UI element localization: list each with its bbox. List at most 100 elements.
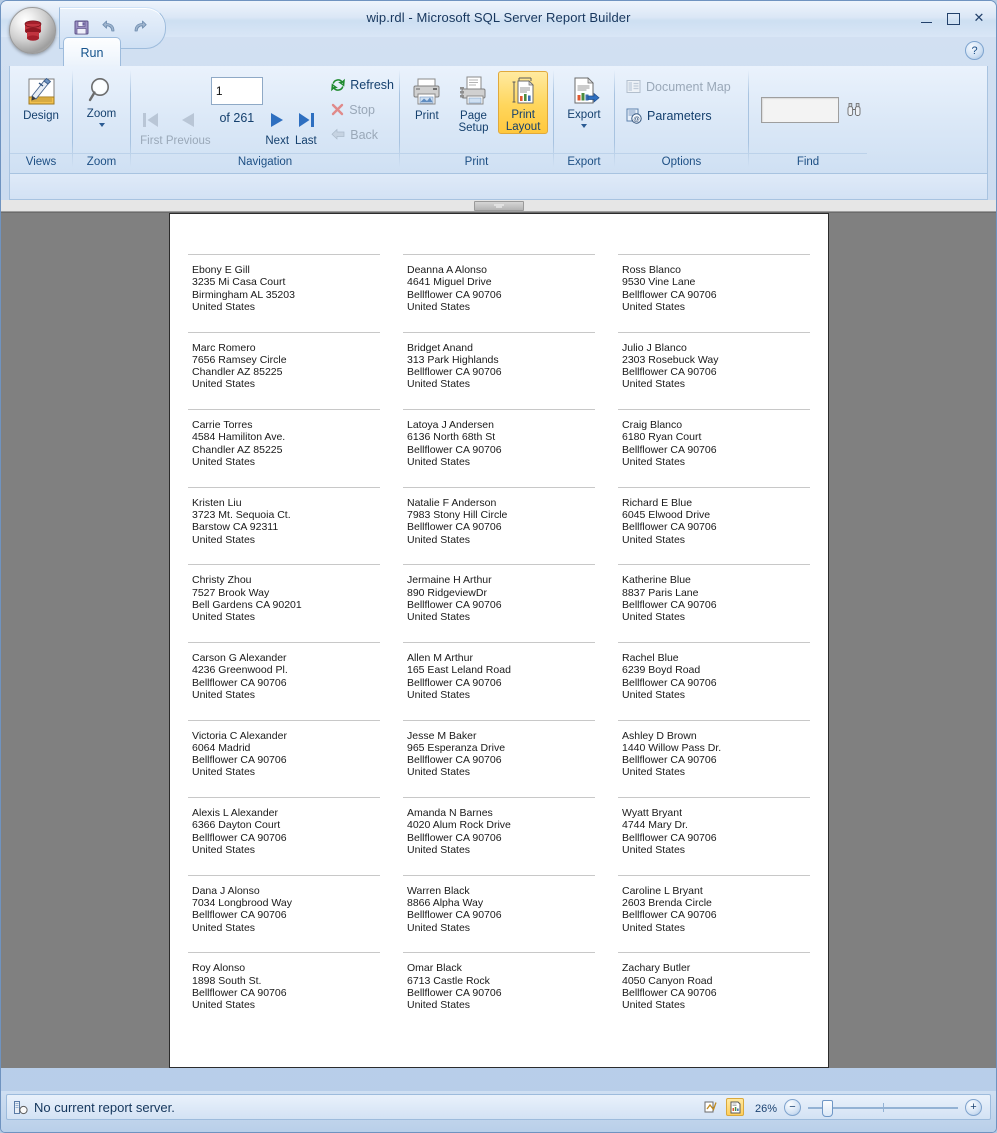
- magnifier-icon: [86, 75, 117, 106]
- status-bar: No current report server.: [6, 1094, 991, 1120]
- label-name: Omar Black: [407, 962, 595, 974]
- page-setup-button[interactable]: Page Setup: [450, 71, 496, 134]
- mailing-label: Carson G Alexander4236 Greenwood Pl.Bell…: [188, 642, 380, 720]
- page-number-input[interactable]: [211, 77, 263, 105]
- label-country: United States: [622, 922, 810, 934]
- printer-icon: [410, 75, 443, 108]
- document-map-button[interactable]: Document Map: [621, 75, 736, 98]
- binoculars-icon[interactable]: [846, 102, 862, 117]
- label-street: 890 RidgeviewDr: [407, 587, 595, 599]
- redo-icon[interactable]: [129, 17, 149, 37]
- zoom-slider[interactable]: [808, 1100, 958, 1115]
- stop-icon: [331, 103, 344, 116]
- mailing-label: Jesse M Baker965 Esperanza DriveBellflow…: [403, 720, 595, 798]
- label-country: United States: [622, 689, 810, 701]
- splitter-collapse-handle[interactable]: [474, 201, 524, 211]
- mailing-label: Dana J Alonso7034 Longbrood WayBellflowe…: [188, 875, 380, 953]
- stop-button[interactable]: Stop: [326, 98, 399, 121]
- report-builder-orb[interactable]: [9, 7, 56, 54]
- print-layout-label: Print Layout: [506, 109, 541, 133]
- back-button[interactable]: Back: [326, 123, 399, 146]
- print-layout-button[interactable]: Print Layout: [498, 71, 548, 134]
- label-country: United States: [192, 534, 380, 546]
- export-button[interactable]: Export: [555, 71, 613, 128]
- zoom-out-button[interactable]: −: [784, 1099, 801, 1116]
- label-street: 8837 Paris Lane: [622, 587, 810, 599]
- label-country: United States: [192, 378, 380, 390]
- close-button[interactable]: ✕: [972, 11, 986, 25]
- report-server-icon: [13, 1100, 28, 1115]
- help-icon[interactable]: ?: [965, 41, 984, 60]
- group-label-options: Options: [615, 153, 748, 171]
- chevron-down-icon[interactable]: [581, 124, 587, 128]
- parameters-label: Parameters: [647, 109, 712, 123]
- group-label-print: Print: [400, 153, 553, 171]
- print-button[interactable]: Print: [405, 71, 449, 122]
- save-icon[interactable]: [71, 17, 91, 37]
- label-country: United States: [192, 922, 380, 934]
- parameters-icon: @: [626, 108, 642, 124]
- label-street: 7983 Stony Hill Circle: [407, 509, 595, 521]
- previous-page-button[interactable]: Previous: [166, 71, 211, 147]
- label-country: United States: [622, 456, 810, 468]
- label-street: 4050 Canyon Road: [622, 975, 810, 987]
- mailing-label: Deanna A Alonso4641 Miguel DriveBellflow…: [403, 254, 595, 332]
- label-name: Warren Black: [407, 885, 595, 897]
- chevron-down-icon[interactable]: [99, 123, 105, 127]
- label-country: United States: [192, 611, 380, 623]
- print-layout-toggle-icon[interactable]: [726, 1098, 744, 1116]
- mailing-label: Omar Black6713 Castle RockBellflower CA …: [403, 952, 595, 1030]
- label-street: 4020 Alum Rock Drive: [407, 819, 595, 831]
- zoom-in-button[interactable]: +: [965, 1099, 982, 1116]
- mailing-label: Rachel Blue6239 Boyd RoadBellflower CA 9…: [618, 642, 810, 720]
- refresh-label: Refresh: [350, 78, 394, 92]
- label-citystatezip: Bellflower CA 90706: [622, 909, 810, 921]
- back-label: Back: [350, 128, 378, 142]
- mailing-label: Ross Blanco9530 Vine LaneBellflower CA 9…: [618, 254, 810, 332]
- label-name: Jermaine H Arthur: [407, 574, 595, 586]
- first-page-label: First: [140, 135, 162, 147]
- label-name: Wyatt Bryant: [622, 807, 810, 819]
- label-column: Ross Blanco9530 Vine LaneBellflower CA 9…: [618, 254, 810, 1030]
- pane-splitter[interactable]: [1, 200, 996, 212]
- label-street: 6713 Castle Rock: [407, 975, 595, 987]
- design-button[interactable]: Design: [12, 71, 70, 122]
- label-citystatezip: Birmingham AL 35203: [192, 289, 380, 301]
- ribbon-tabstrip: Run ?: [1, 37, 996, 66]
- label-name: Carson G Alexander: [192, 652, 380, 664]
- page-total-value: 261: [233, 111, 254, 125]
- label-name: Carrie Torres: [192, 419, 380, 431]
- label-country: United States: [407, 378, 595, 390]
- label-citystatezip: Bellflower CA 90706: [192, 832, 380, 844]
- minimize-button[interactable]: [920, 11, 934, 25]
- label-name: Christy Zhou: [192, 574, 380, 586]
- zoom-button[interactable]: Zoom: [73, 71, 130, 127]
- zoom-slider-thumb[interactable]: [822, 1100, 833, 1117]
- first-page-button[interactable]: First: [137, 71, 166, 147]
- undo-icon[interactable]: [100, 17, 120, 37]
- design-icon: [25, 75, 58, 108]
- mailing-label: Wyatt Bryant4744 Mary Dr.Bellflower CA 9…: [618, 797, 810, 875]
- label-country: United States: [192, 844, 380, 856]
- mailing-label: Zachary Butler4050 Canyon RoadBellflower…: [618, 952, 810, 1030]
- label-country: United States: [192, 301, 380, 313]
- find-input[interactable]: [761, 97, 839, 123]
- label-name: Zachary Butler: [622, 962, 810, 974]
- page-view-icon[interactable]: [703, 1099, 719, 1115]
- status-message: No current report server.: [34, 1100, 175, 1115]
- next-page-button[interactable]: Next: [263, 71, 292, 147]
- maximize-button[interactable]: [946, 11, 960, 25]
- mailing-label: Richard E Blue6045 Elwood DriveBellflowe…: [618, 487, 810, 565]
- ribbon-group-export: Export Export: [554, 66, 614, 171]
- page-total-text: of 261: [219, 111, 254, 125]
- last-page-button[interactable]: Last: [292, 71, 321, 147]
- refresh-button[interactable]: Refresh: [326, 73, 399, 96]
- label-country: United States: [407, 766, 595, 778]
- parameters-button[interactable]: @ Parameters: [621, 104, 717, 127]
- label-name: Caroline L Bryant: [622, 885, 810, 897]
- mailing-label: Allen M Arthur165 East Leland RoadBellfl…: [403, 642, 595, 720]
- label-citystatezip: Bellflower CA 90706: [407, 599, 595, 611]
- label-name: Rachel Blue: [622, 652, 810, 664]
- tab-run[interactable]: Run: [63, 37, 121, 67]
- print-label: Print: [415, 110, 439, 122]
